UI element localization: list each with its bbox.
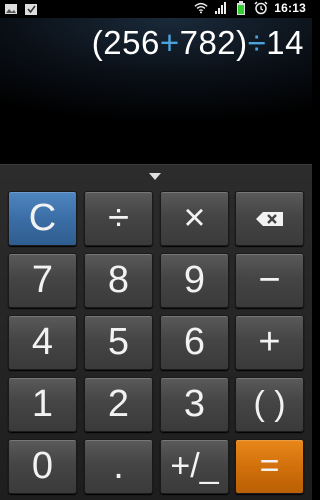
- expression-part: 14: [266, 24, 304, 61]
- multiply-button[interactable]: ×: [160, 191, 229, 246]
- expression-text: (256+782)÷14: [92, 24, 304, 62]
- collapse-arrow-icon[interactable]: [149, 173, 161, 180]
- keypad-panel: C ÷ × 7 8 9 − 4 5 6 + 1 2 3 ( ) 0 . +/_ …: [0, 164, 312, 500]
- digit-8-button[interactable]: 8: [84, 253, 153, 308]
- system-icons: 16:13: [194, 1, 306, 15]
- digit-7-button[interactable]: 7: [8, 253, 77, 308]
- parentheses-button[interactable]: ( ): [235, 377, 304, 432]
- divide-button[interactable]: ÷: [84, 191, 153, 246]
- digit-1-button[interactable]: 1: [8, 377, 77, 432]
- backspace-icon: [255, 211, 283, 226]
- battery-icon: [237, 1, 246, 15]
- decimal-button[interactable]: .: [84, 439, 153, 494]
- plus-button[interactable]: +: [235, 315, 304, 370]
- equals-button[interactable]: =: [235, 439, 304, 494]
- calculator-display[interactable]: (256+782)÷14: [0, 18, 312, 164]
- image-icon: [5, 4, 17, 14]
- alarm-icon: [254, 1, 268, 15]
- digit-3-button[interactable]: 3: [160, 377, 229, 432]
- digit-2-button[interactable]: 2: [84, 377, 153, 432]
- expression-operator: +: [159, 24, 180, 61]
- notification-icons: [4, 2, 38, 16]
- expression-part: (256: [91, 24, 160, 61]
- status-bar: 16:13: [0, 0, 312, 18]
- wifi-icon: [194, 2, 208, 14]
- signal-icon: [215, 2, 227, 14]
- clear-button[interactable]: C: [8, 191, 77, 246]
- backspace-button[interactable]: [235, 191, 304, 246]
- digit-0-button[interactable]: 0: [8, 439, 77, 494]
- status-time: 16:13: [274, 1, 306, 15]
- expression-operator: ÷: [247, 24, 267, 61]
- minus-button[interactable]: −: [235, 253, 304, 308]
- download-icon: [25, 4, 37, 15]
- sign-toggle-button[interactable]: +/_: [160, 439, 229, 494]
- digit-6-button[interactable]: 6: [160, 315, 229, 370]
- expression-part: 782): [179, 24, 248, 61]
- digit-5-button[interactable]: 5: [84, 315, 153, 370]
- digit-4-button[interactable]: 4: [8, 315, 77, 370]
- calculator-screen: 16:13 (256+782)÷14 C ÷ × 7 8 9 − 4 5 6 +: [0, 0, 312, 500]
- digit-9-button[interactable]: 9: [160, 253, 229, 308]
